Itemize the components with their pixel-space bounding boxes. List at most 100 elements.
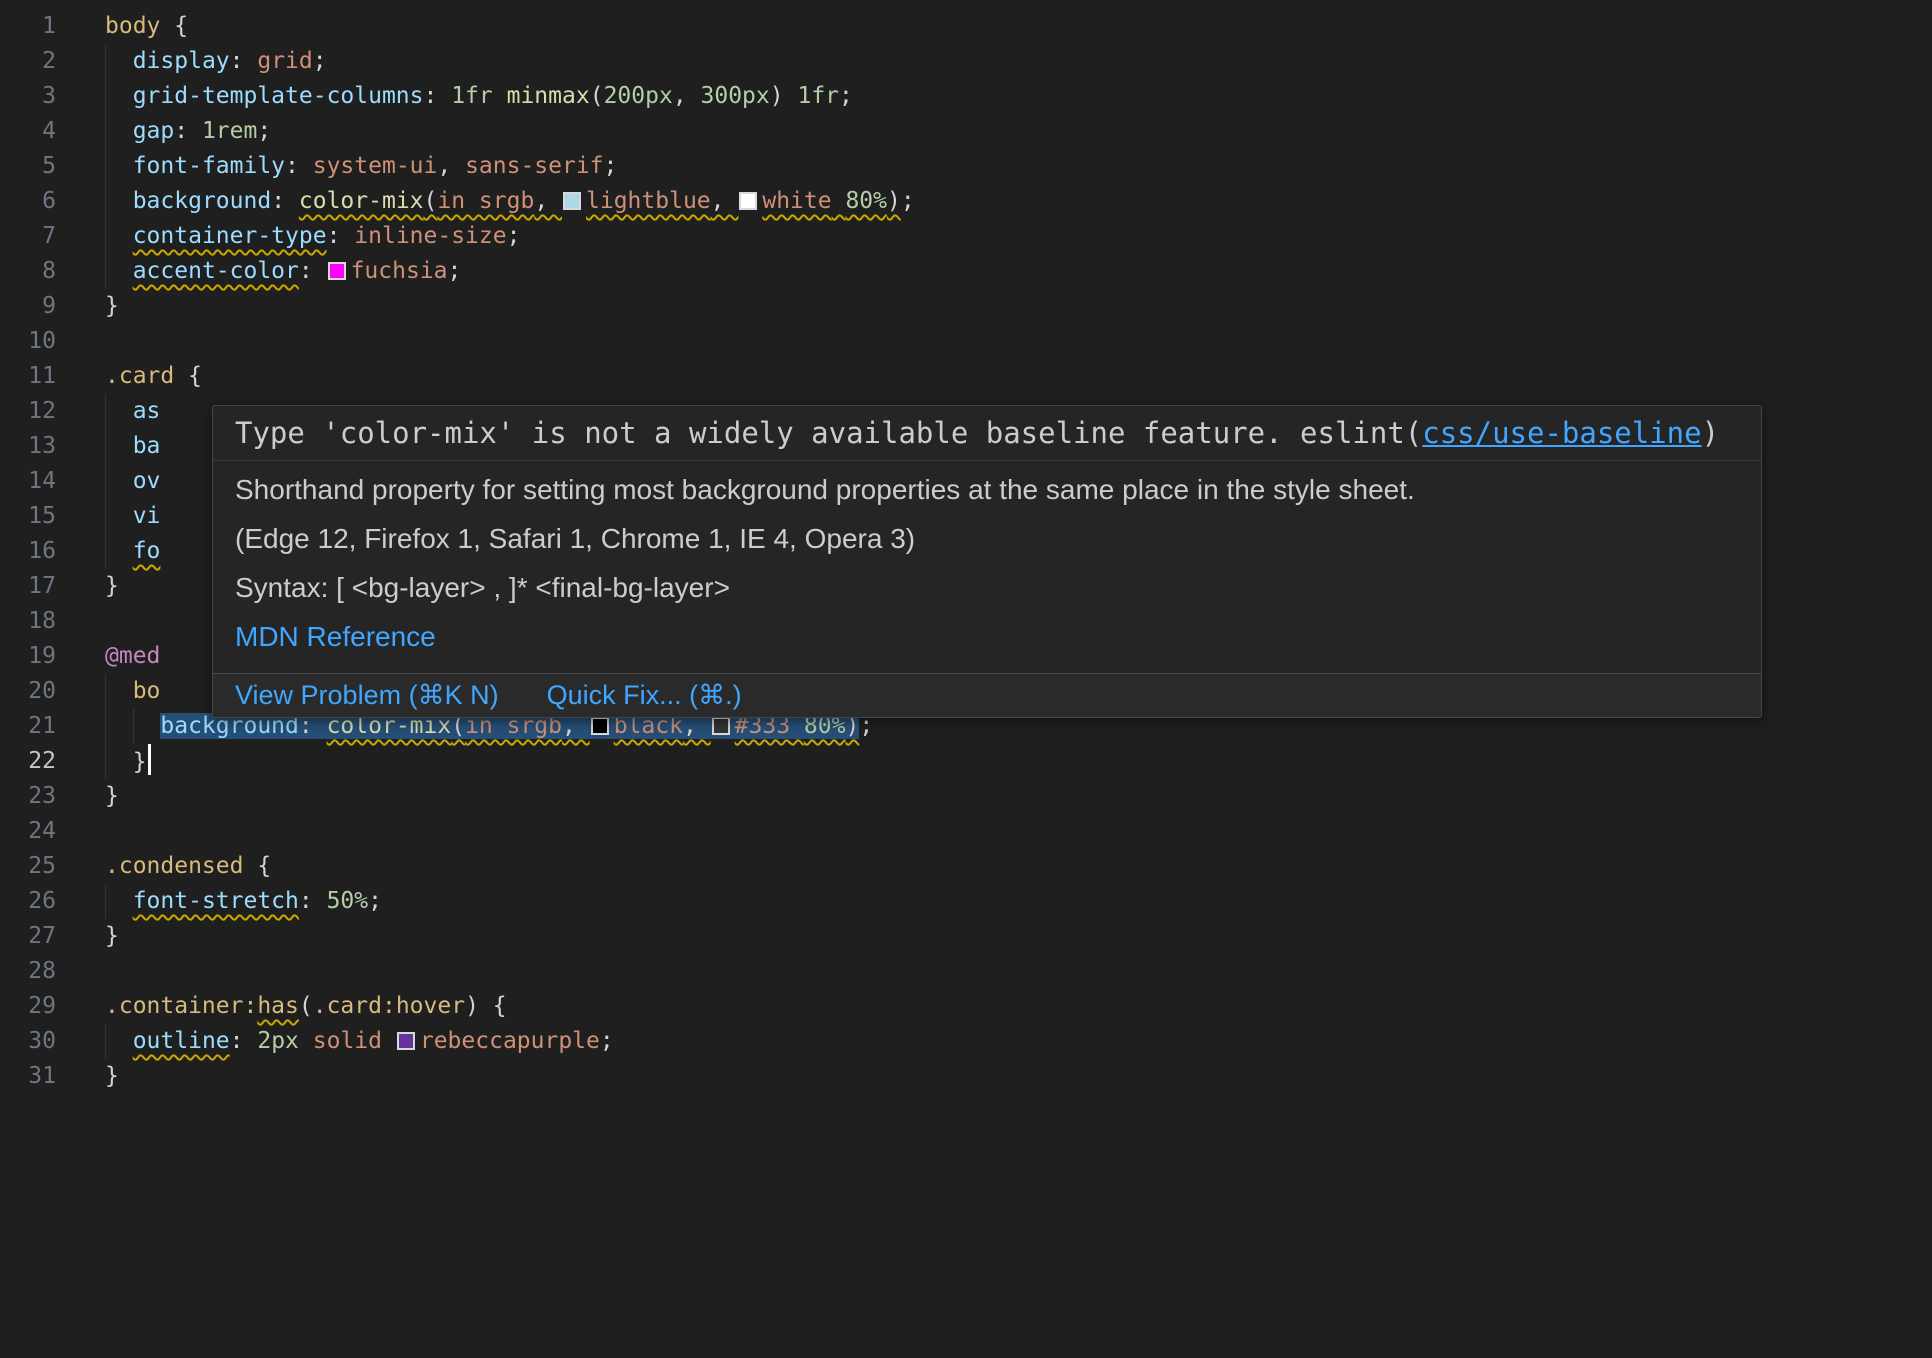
code-token: 1fr bbox=[451, 83, 493, 109]
code-line-27[interactable]: } bbox=[105, 919, 1932, 954]
code-token: .container: bbox=[105, 993, 257, 1019]
code-line-30[interactable]: outline: 2px solid rebeccapurple; bbox=[105, 1024, 1932, 1059]
code-token: } bbox=[133, 749, 147, 775]
color-swatch[interactable] bbox=[397, 1032, 415, 1050]
code-token: font-family bbox=[133, 153, 285, 179]
code-token: ba bbox=[133, 433, 161, 459]
code-token: @med bbox=[105, 643, 160, 669]
code-line-7[interactable]: container-type: inline-size; bbox=[105, 219, 1932, 254]
docs-description: Shorthand property for setting most back… bbox=[235, 473, 1739, 507]
code-line-1[interactable]: body { bbox=[105, 9, 1932, 44]
code-line-24[interactable] bbox=[105, 814, 1932, 849]
code-line-25[interactable]: .condensed { bbox=[105, 849, 1932, 884]
line-number: 25 bbox=[0, 849, 56, 884]
code-token: font-stretch bbox=[133, 888, 299, 914]
line-number: 23 bbox=[0, 779, 56, 814]
code-line-22[interactable]: } bbox=[105, 744, 1932, 779]
line-number: 16 bbox=[0, 534, 56, 569]
code-token: 80% bbox=[845, 188, 887, 214]
code-token: in srgb bbox=[437, 188, 534, 214]
line-number: 8 bbox=[0, 254, 56, 289]
code-token bbox=[832, 188, 846, 214]
code-line-31[interactable]: } bbox=[105, 1059, 1932, 1094]
code-token: ; bbox=[448, 258, 462, 284]
line-number: 11 bbox=[0, 359, 56, 394]
code-token: solid bbox=[313, 1028, 382, 1054]
line-number: 14 bbox=[0, 464, 56, 499]
code-line-28[interactable] bbox=[105, 954, 1932, 989]
code-line-11[interactable]: .card { bbox=[105, 359, 1932, 394]
line-number: 24 bbox=[0, 814, 56, 849]
code-token: .card:hover bbox=[313, 993, 465, 1019]
code-token: grid bbox=[257, 48, 312, 74]
code-token: ) bbox=[887, 188, 901, 214]
color-swatch[interactable] bbox=[591, 717, 609, 735]
line-number: 31 bbox=[0, 1059, 56, 1094]
indent-spaces bbox=[105, 468, 133, 494]
line-number: 13 bbox=[0, 429, 56, 464]
code-token: rebeccapurple bbox=[420, 1028, 600, 1054]
indent-guide bbox=[105, 464, 106, 499]
indent-guide bbox=[105, 254, 106, 289]
code-token: : bbox=[271, 188, 299, 214]
color-swatch[interactable] bbox=[712, 717, 730, 735]
code-token: display bbox=[133, 48, 230, 74]
indent-spaces bbox=[105, 538, 133, 564]
indent-guide bbox=[105, 709, 106, 744]
line-number: 19 bbox=[0, 639, 56, 674]
indent-spaces bbox=[105, 888, 133, 914]
code-line-8[interactable]: accent-color: fuchsia; bbox=[105, 254, 1932, 289]
code-token: .condensed bbox=[105, 853, 243, 879]
view-problem-button[interactable]: View Problem (⌘K N) bbox=[235, 680, 499, 711]
code-token: : bbox=[230, 1028, 258, 1054]
quick-fix-button[interactable]: Quick Fix... (⌘.) bbox=[547, 680, 742, 711]
code-token: 200px bbox=[604, 83, 673, 109]
code-line-4[interactable]: gap: 1rem; bbox=[105, 114, 1932, 149]
code-token: 1fr bbox=[797, 83, 839, 109]
code-token: body bbox=[105, 13, 160, 39]
code-token: : bbox=[327, 223, 355, 249]
code-token: .card bbox=[105, 363, 174, 389]
code-line-6[interactable]: background: color-mix(in srgb, lightblue… bbox=[105, 184, 1932, 219]
code-line-23[interactable]: } bbox=[105, 779, 1932, 814]
code-token: outline bbox=[133, 1028, 230, 1054]
indent-guide bbox=[105, 79, 106, 114]
color-swatch[interactable] bbox=[739, 192, 757, 210]
code-line-2[interactable]: display: grid; bbox=[105, 44, 1932, 79]
code-token: , bbox=[437, 153, 465, 179]
hover-docs: Shorthand property for setting most back… bbox=[213, 461, 1761, 673]
docs-syntax: Syntax: [ <bg-layer> , ]* <final-bg-laye… bbox=[235, 571, 1739, 605]
indent-spaces bbox=[105, 1028, 133, 1054]
gutter: 1234567891011121314151617181920212223242… bbox=[0, 9, 56, 1094]
color-swatch[interactable] bbox=[563, 192, 581, 210]
code-line-10[interactable] bbox=[105, 324, 1932, 359]
hover-status-bar: View Problem (⌘K N) Quick Fix... (⌘.) bbox=[213, 673, 1761, 717]
code-token: system-ui bbox=[313, 153, 438, 179]
line-number: 15 bbox=[0, 499, 56, 534]
code-token: ) bbox=[770, 83, 798, 109]
line-number: 18 bbox=[0, 604, 56, 639]
indent-spaces bbox=[105, 398, 133, 424]
code-line-3[interactable]: grid-template-columns: 1fr minmax(200px,… bbox=[105, 79, 1932, 114]
code-token: background bbox=[133, 188, 271, 214]
mdn-reference-link[interactable]: MDN Reference bbox=[235, 621, 436, 652]
code-token: ; bbox=[507, 223, 521, 249]
code-token: fuchsia bbox=[351, 258, 448, 284]
diagnostic-source-prefix: eslint( bbox=[1300, 416, 1422, 450]
code-line-9[interactable]: } bbox=[105, 289, 1932, 324]
line-number: 26 bbox=[0, 884, 56, 919]
code-token: } bbox=[105, 293, 119, 319]
code-line-29[interactable]: .container:has(.card:hover) { bbox=[105, 989, 1932, 1024]
color-swatch[interactable] bbox=[328, 262, 346, 280]
line-number: 28 bbox=[0, 954, 56, 989]
indent-spaces bbox=[105, 503, 133, 529]
docs-browser-support: (Edge 12, Firefox 1, Safari 1, Chrome 1,… bbox=[235, 522, 1739, 556]
eslint-rule-link[interactable]: css/use-baseline bbox=[1422, 416, 1701, 450]
text-cursor bbox=[148, 744, 151, 775]
code-line-26[interactable]: font-stretch: 50%; bbox=[105, 884, 1932, 919]
indent-guide bbox=[105, 219, 106, 254]
code-token: : bbox=[299, 258, 327, 284]
indent-guide bbox=[105, 1024, 106, 1059]
code-line-5[interactable]: font-family: system-ui, sans-serif; bbox=[105, 149, 1932, 184]
line-number: 17 bbox=[0, 569, 56, 604]
